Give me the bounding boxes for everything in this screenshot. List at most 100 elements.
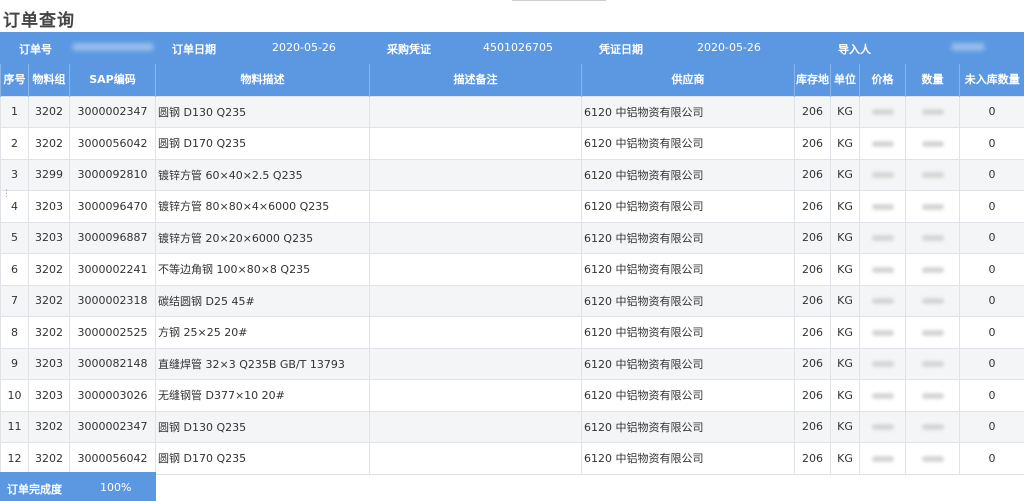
col-header-seq[interactable]: 序号 bbox=[0, 64, 29, 96]
cell-material-group: 3202 bbox=[28, 253, 70, 286]
importer-label: 导入人 bbox=[838, 43, 871, 56]
table-row[interactable]: 8 3202 3000002525 方钢 25×25 20# 6120 中铝物资有限公司… bbox=[0, 316, 1024, 349]
col-header-desc-note[interactable]: 描述备注 bbox=[369, 64, 582, 96]
cell-price bbox=[859, 442, 906, 475]
cell-supplier: 6120 中铝物资有限公司 bbox=[581, 410, 795, 443]
voucher-date-label: 凭证日期 bbox=[599, 43, 643, 56]
cell-supplier: 6120 中铝物资有限公司 bbox=[581, 284, 795, 317]
cell-pending-quantity: 0 bbox=[959, 379, 1024, 412]
cell-sap-code: 3000082148 bbox=[69, 347, 156, 380]
cell-material-desc: 方钢 25×25 20# bbox=[155, 316, 370, 349]
cell-material-group: 3202 bbox=[28, 410, 70, 443]
col-header-material-group[interactable]: 物料组 bbox=[28, 64, 70, 96]
cell-quantity bbox=[905, 95, 960, 128]
cell-unit: KG bbox=[830, 221, 860, 254]
cell-sap-code: 3000002347 bbox=[69, 410, 156, 443]
col-header-storage-location[interactable]: 库存地 bbox=[794, 64, 831, 96]
table-row[interactable]: 4 3203 3000096470 镀锌方管 80×80×4×6000 Q235 612… bbox=[0, 190, 1024, 223]
cell-material-desc: 不等边角钢 100×80×8 Q235 bbox=[155, 253, 370, 286]
cell-seq: 9 bbox=[0, 347, 29, 380]
cell-unit: KG bbox=[830, 158, 860, 191]
cell-sap-code: 3000002525 bbox=[69, 316, 156, 349]
order-info-bar: 订单号 订单日期 2020-05-26 采购凭证 4501026705 凭证日期… bbox=[0, 32, 1024, 64]
cell-seq: 8 bbox=[0, 316, 29, 349]
cell-pending-quantity: 0 bbox=[959, 253, 1024, 286]
cell-material-desc: 圆钢 D130 Q235 bbox=[155, 410, 370, 443]
cell-desc-note bbox=[369, 158, 582, 191]
table-row[interactable]: 7 3202 3000002318 碳结圆钢 D25 45# 6120 中铝物资有限公司… bbox=[0, 284, 1024, 317]
cell-quantity bbox=[905, 221, 960, 254]
table-row[interactable]: 12 3202 3000056042 圆钢 D170 Q235 6120 中铝物资有限公… bbox=[0, 442, 1024, 475]
cell-material-desc: 镀锌方管 60×40×2.5 Q235 bbox=[155, 158, 370, 191]
cell-quantity bbox=[905, 347, 960, 380]
order-date-label: 订单日期 bbox=[172, 43, 216, 56]
cell-desc-note bbox=[369, 221, 582, 254]
cell-material-group: 3202 bbox=[28, 442, 70, 475]
cell-price bbox=[859, 158, 906, 191]
completion-value: 100% bbox=[100, 481, 132, 494]
table-row[interactable]: 9 3203 3000082148 直缝焊管 32×3 Q235B GB/T 1379… bbox=[0, 347, 1024, 380]
cell-supplier: 6120 中铝物资有限公司 bbox=[581, 379, 795, 412]
cell-supplier: 6120 中铝物资有限公司 bbox=[581, 253, 795, 286]
completion-label: 订单完成度 bbox=[7, 483, 62, 496]
cell-seq: 11 bbox=[0, 410, 29, 443]
cell-supplier: 6120 中铝物资有限公司 bbox=[581, 127, 795, 160]
redacted-value bbox=[871, 392, 894, 399]
col-header-unit[interactable]: 单位 bbox=[830, 64, 860, 96]
cell-pending-quantity: 0 bbox=[959, 284, 1024, 317]
cell-price bbox=[859, 127, 906, 160]
cell-unit: KG bbox=[830, 190, 860, 223]
table-row[interactable]: 6 3202 3000002241 不等边角钢 100×80×8 Q235 6120 中… bbox=[0, 253, 1024, 286]
redacted-value bbox=[921, 329, 944, 336]
col-header-sap-code[interactable]: SAP编码 bbox=[69, 64, 156, 96]
order-no-label: 订单号 bbox=[19, 43, 52, 56]
table-row[interactable]: 3 3299 3000092810 镀锌方管 60×40×2.5 Q235 6120 中… bbox=[0, 158, 1024, 191]
cell-sap-code: 3000002347 bbox=[69, 95, 156, 128]
cell-material-desc: 直缝焊管 32×3 Q235B GB/T 13793 bbox=[155, 347, 370, 380]
cell-pending-quantity: 0 bbox=[959, 95, 1024, 128]
cell-unit: KG bbox=[830, 127, 860, 160]
col-header-price[interactable]: 价格 bbox=[859, 64, 906, 96]
cell-storage-location: 206 bbox=[794, 442, 831, 475]
cell-desc-note bbox=[369, 316, 582, 349]
cell-pending-quantity: 0 bbox=[959, 347, 1024, 380]
col-header-material-desc[interactable]: 物料描述 bbox=[155, 64, 370, 96]
cell-seq: 6 bbox=[0, 253, 29, 286]
cell-desc-note bbox=[369, 347, 582, 380]
table-row[interactable]: 2 3202 3000056042 圆钢 D170 Q235 6120 中铝物资有限公司… bbox=[0, 127, 1024, 160]
table-row[interactable]: 1 3202 3000002347 圆钢 D130 Q235 6120 中铝物资有限公司… bbox=[0, 95, 1024, 128]
redacted-value bbox=[871, 361, 894, 368]
cell-quantity bbox=[905, 410, 960, 443]
order-date-value: 2020-05-26 bbox=[272, 41, 336, 54]
col-header-supplier[interactable]: 供应商 bbox=[581, 64, 795, 96]
col-header-pending-quantity[interactable]: 未入库数量 bbox=[959, 64, 1024, 96]
cell-unit: KG bbox=[830, 253, 860, 286]
row-drag-handle-icon[interactable]: ⋮ bbox=[2, 190, 11, 203]
redacted-value bbox=[921, 140, 944, 147]
cell-material-group: 3203 bbox=[28, 190, 70, 223]
cell-material-desc: 镀锌方管 80×80×4×6000 Q235 bbox=[155, 190, 370, 223]
cell-seq: 10 bbox=[0, 379, 29, 412]
table-row[interactable]: 11 3202 3000002347 圆钢 D130 Q235 6120 中铝物资有限公… bbox=[0, 410, 1024, 443]
redacted-value bbox=[921, 172, 944, 179]
cell-unit: KG bbox=[830, 316, 860, 349]
table-header-row: 序号 物料组 SAP编码 物料描述 描述备注 供应商 库存地 单位 价格 数量 … bbox=[0, 64, 1024, 96]
importer-value bbox=[951, 41, 985, 54]
cell-sap-code: 3000096470 bbox=[69, 190, 156, 223]
col-header-quantity[interactable]: 数量 bbox=[905, 64, 960, 96]
cell-supplier: 6120 中铝物资有限公司 bbox=[581, 347, 795, 380]
redacted-value bbox=[871, 424, 894, 431]
cell-supplier: 6120 中铝物资有限公司 bbox=[581, 95, 795, 128]
redacted-value bbox=[871, 329, 894, 336]
cell-supplier: 6120 中铝物资有限公司 bbox=[581, 316, 795, 349]
table-row[interactable]: 10 3203 3000003026 无缝钢管 D377×10 20# 6120 中铝物… bbox=[0, 379, 1024, 412]
redacted-value bbox=[921, 235, 944, 242]
table-row[interactable]: 5 3203 3000096887 镀锌方管 20×20×6000 Q235 6120 … bbox=[0, 221, 1024, 254]
cell-quantity bbox=[905, 442, 960, 475]
cell-storage-location: 206 bbox=[794, 221, 831, 254]
cell-pending-quantity: 0 bbox=[959, 442, 1024, 475]
cell-pending-quantity: 0 bbox=[959, 127, 1024, 160]
cell-pending-quantity: 0 bbox=[959, 221, 1024, 254]
cell-material-group: 3202 bbox=[28, 284, 70, 317]
po-label: 采购凭证 bbox=[387, 43, 431, 56]
